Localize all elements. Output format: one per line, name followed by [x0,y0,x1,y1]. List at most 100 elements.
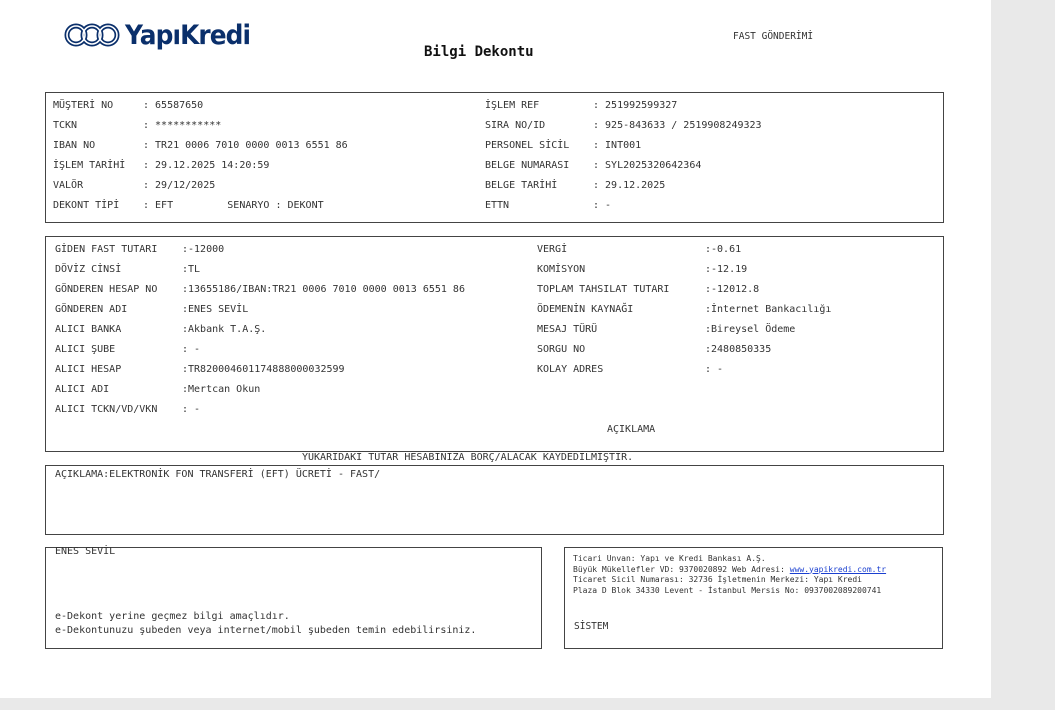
field-label: PERSONEL SİCİL [485,140,576,151]
field-value: : SYL2025320642364 [593,160,702,171]
field-value: :-12000 [182,244,225,255]
field-value: :-12012.8 [705,284,760,295]
field-label: ALICI TCKN/VD/VKN [55,404,164,415]
field-label: MESAJ TÜRÜ [537,324,670,335]
field-row: VALÖR : 29/12/2025 [53,176,215,196]
field-label: TCKN [53,120,126,131]
field-value: :13655186/IBAN:TR21 0006 7010 0000 0013 … [182,284,465,295]
field-value: : INT001 [593,140,642,151]
field-row: ALICI ADI :Mertcan Okun [55,380,260,400]
field-row: GÖNDEREN ADI :ENES SEVİL [55,300,248,320]
tax-office-line: Büyük Mükellefler VD: 9370020892 Web Adr… [573,564,887,574]
field-label: SIRA NO/ID [485,120,576,131]
field-row: PERSONEL SİCİL : INT001 [485,136,641,156]
field-row: GİDEN FAST TUTARI :-12000 [55,240,224,260]
field-value: :-12.19 [705,264,748,275]
footer-bank-info-box: Ticari Unvan: Yapı ve Kredi Bankası A.Ş.… [564,547,943,649]
aciklama-label: AÇIKLAMA [607,424,656,435]
field-row: İŞLEM REF : 251992599327 [485,96,677,116]
field-row: MÜŞTERİ NO : 65587650 [53,96,203,116]
footer-customer-box: ENES SEVİL e-Dekont yerine geçmez bilgi … [45,546,542,649]
field-value: : EFT SENARYO : DEKONT [143,200,324,211]
field-row: BELGE NUMARASI : SYL2025320642364 [485,156,701,176]
field-value: : 29/12/2025 [143,180,216,191]
field-row: SORGU NO :2480850335 [537,340,771,360]
field-label: DEKONT TİPİ [53,200,126,211]
document-type: FAST GÖNDERİMİ [733,31,814,42]
field-value: : 29.12.2025 [593,180,666,191]
field-row: MESAJ TÜRÜ :Bireysel Ödeme [537,320,795,340]
field-label: GÖNDEREN HESAP NO [55,284,164,295]
field-row: ÖDEMENİN KAYNAĞI :İnternet Bankacılığı [537,300,831,320]
field-value: : - [182,344,201,355]
field-row: IBAN NO : TR21 0006 7010 0000 0013 6551 … [53,136,348,156]
field-row: TCKN : *********** [53,116,221,136]
address-line: Plaza D Blok 34330 Levent - İstanbul Mer… [573,585,882,595]
field-label: GÖNDEREN ADI [55,304,164,315]
field-label: GİDEN FAST TUTARI [55,244,164,255]
field-row: GÖNDEREN HESAP NO :13655186/IBAN:TR21 00… [55,280,465,300]
document-page: YapıKredi FAST GÖNDERİMİ Bilgi Dekontu M… [0,0,991,698]
field-label: ALICI ADI [55,384,164,395]
description-text: AÇIKLAMA:ELEKTRONİK FON TRANSFERİ (EFT) … [55,469,381,480]
field-row: ALICI TCKN/VD/VKN : - [55,400,200,420]
field-value: :İnternet Bankacılığı [705,304,832,315]
field-value: : 925-843633 / 2519908249323 [593,120,762,131]
field-value: :-0.61 [705,244,742,255]
bank-logo: YapıKredi [63,18,261,52]
field-value: : 29.12.2025 14:20:59 [143,160,270,171]
field-label: DÖVİZ CİNSİ [55,264,164,275]
bank-website-link[interactable]: www.yapikredi.com.tr [790,565,886,574]
field-row: İŞLEM TARİHİ : 29.12.2025 14:20:59 [53,156,269,176]
field-label: KOLAY ADRES [537,364,670,375]
brand-name: YapıKredi [125,19,251,51]
field-value: : *********** [143,120,222,131]
field-value: : 65587650 [143,100,204,111]
field-value: :Bireysel Ödeme [705,324,796,335]
field-value: :TR820004601174888000032599 [182,364,345,375]
field-value: :2480850335 [705,344,772,355]
field-value: :TL [182,264,201,275]
field-row: VERGİ :-0.61 [537,240,741,260]
field-label: SORGU NO [537,344,670,355]
field-label: BELGE NUMARASI [485,160,576,171]
field-label: İŞLEM REF [485,100,576,111]
field-value: : - [593,200,612,211]
document-title: Bilgi Dekontu [424,44,534,60]
system-label: SİSTEM [574,621,609,632]
yapikredi-emblem-icon [64,23,120,47]
field-label: IBAN NO [53,140,126,151]
field-row: DÖVİZ CİNSİ :TL [55,260,200,280]
description-box: AÇIKLAMA:ELEKTRONİK FON TRANSFERİ (EFT) … [45,465,944,535]
field-row: BELGE TARİHİ : 29.12.2025 [485,176,665,196]
debit-credit-notice: YUKARIDAKİ TUTAR HESABINIZA BORÇ/ALACAK … [302,452,634,463]
field-value: :ENES SEVİL [182,304,249,315]
field-value: : - [705,364,724,375]
field-row: ALICI ŞUBE : - [55,340,200,360]
field-label: VERGİ [537,244,670,255]
field-row: KOLAY ADRES : - [537,360,723,380]
field-label: ÖDEMENİN KAYNAĞI [537,304,670,315]
field-value: : TR21 0006 7010 0000 0013 6551 86 [143,140,348,151]
field-label: ALICI ŞUBE [55,344,164,355]
field-label: MÜŞTERİ NO [53,100,126,111]
customer-info-box: MÜŞTERİ NO : 65587650 TCKN : *********** I… [45,92,944,223]
disclaimer-line-1: e-Dekont yerine geçmez bilgi amaçlıdır. [55,611,290,622]
field-value: :Akbank T.A.Ş. [182,324,267,335]
field-row: TOPLAM TAHSILAT TUTARI :-12012.8 [537,280,759,300]
field-label: ALICI BANKA [55,324,164,335]
field-label: İŞLEM TARİHİ [53,160,126,171]
field-value: : - [182,404,201,415]
field-label: BELGE TARİHİ [485,180,576,191]
field-label: VALÖR [53,180,126,191]
field-row: SIRA NO/ID : 925-843633 / 2519908249323 [485,116,762,136]
field-label: KOMİSYON [537,264,670,275]
field-row: DEKONT TİPİ : EFT SENARYO : DEKONT [53,196,324,216]
disclaimer-line-2: e-Dekontunuzu şubeden veya internet/mobi… [55,625,477,636]
field-label: ETTN [485,200,576,211]
field-label: TOPLAM TAHSILAT TUTARI [537,284,670,295]
field-label: ALICI HESAP [55,364,164,375]
field-value: : 251992599327 [593,100,678,111]
transfer-info-box: GİDEN FAST TUTARI :-12000 DÖVİZ CİNSİ :TL… [45,236,944,452]
field-value: :Mertcan Okun [182,384,261,395]
